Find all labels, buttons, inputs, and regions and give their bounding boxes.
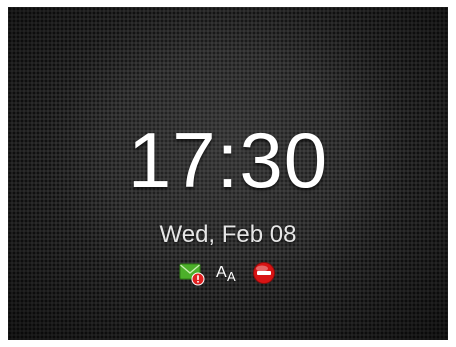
clock-date: Wed, Feb 08 bbox=[159, 221, 297, 248]
envelope-alert-icon bbox=[178, 259, 206, 287]
do-not-disturb-icon bbox=[250, 259, 278, 287]
device-screen-frame: 17:30 Wed, Feb 08 A A bbox=[8, 7, 448, 340]
status-icons-row: A A bbox=[8, 258, 448, 288]
svg-text:A: A bbox=[216, 264, 227, 281]
font-size-icon: A A bbox=[214, 259, 242, 287]
svg-text:A: A bbox=[227, 269, 236, 284]
clock-time: 17:30 bbox=[127, 116, 329, 204]
